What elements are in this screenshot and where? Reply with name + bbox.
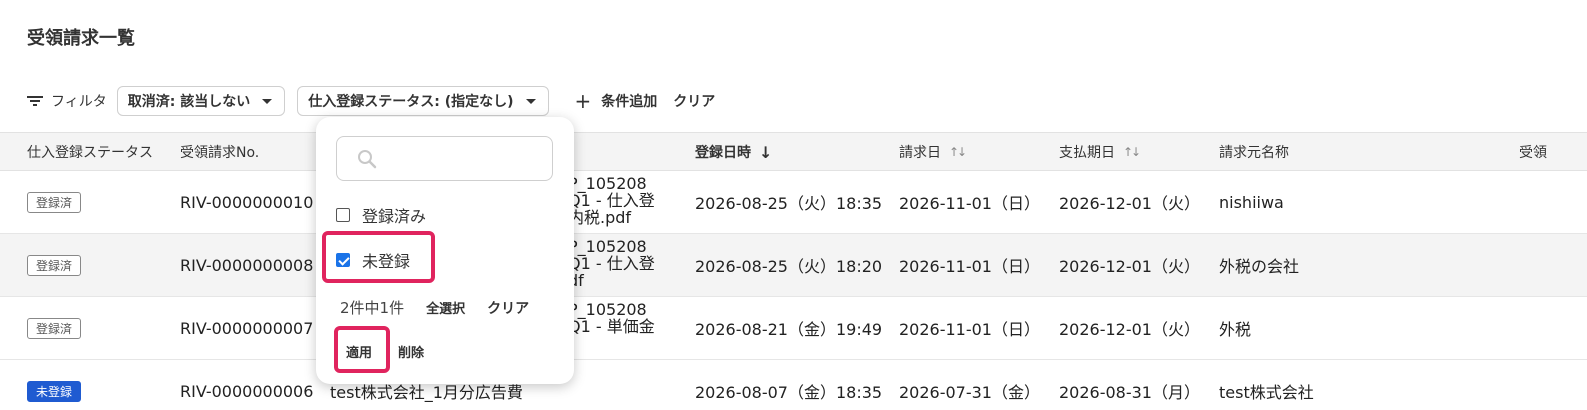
filter-label: フィルタ bbox=[51, 94, 107, 110]
invoice-no: RIV-0000000007 bbox=[180, 318, 314, 338]
plus-icon: + bbox=[574, 89, 592, 113]
filter-chip-cancelled[interactable]: 取消済: 該当しない bbox=[116, 86, 286, 116]
column-header-due-date[interactable]: 支払期日 ↑↓ bbox=[1059, 133, 1141, 171]
file-name: P_105208 Q1 - 単価金 bbox=[568, 300, 655, 336]
column-header-registered-at[interactable]: 登録日時 ↓ bbox=[695, 133, 772, 171]
add-condition-button[interactable]: + 条件追加 bbox=[575, 91, 658, 111]
sort-icon: ↑↓ bbox=[949, 145, 967, 159]
search-input[interactable] bbox=[336, 136, 553, 181]
vendor-name: test株式会社 bbox=[1219, 383, 1314, 402]
column-header-invoice-date[interactable]: 請求日 ↑↓ bbox=[899, 133, 967, 171]
checkbox-registered[interactable] bbox=[336, 208, 350, 222]
selection-count-row: 2件中1件 全選択 クリア bbox=[340, 297, 529, 318]
status-badge: 登録済 bbox=[27, 254, 82, 276]
due-date: 2026-12-01（火） bbox=[1059, 257, 1200, 276]
status-badge: 未登録 bbox=[27, 380, 82, 402]
invoice-date: 2026-11-01（日） bbox=[899, 320, 1040, 339]
due-date: 2026-08-31（月） bbox=[1059, 383, 1200, 402]
delete-button[interactable]: 削除 bbox=[398, 342, 424, 361]
invoice-date: 2026-11-01（日） bbox=[899, 257, 1040, 276]
status-badge: 登録済 bbox=[27, 191, 82, 213]
invoice-no: RIV-0000000008 bbox=[180, 255, 314, 275]
column-header-label: 請求日 bbox=[899, 145, 941, 161]
invoice-no: RIV-0000000010 bbox=[180, 192, 314, 212]
option-registered[interactable]: 登録済み bbox=[336, 203, 426, 227]
option-unregistered[interactable]: 未登録 bbox=[336, 248, 410, 272]
table-row[interactable]: 登録済 RIV-0000000010 P_105208 Q1 - 仕入登 内税.pd… bbox=[0, 171, 1587, 234]
chevron-down-icon bbox=[262, 98, 273, 104]
due-date: 2026-12-01（火） bbox=[1059, 194, 1200, 213]
registered-at: 2026-08-07（金）18:35 bbox=[695, 383, 883, 402]
checkbox-unregistered[interactable] bbox=[336, 253, 350, 267]
table-row[interactable]: 登録済 RIV-0000000007 P_105208 Q1 - 単価金 2026… bbox=[0, 297, 1587, 360]
table-row[interactable]: 登録済 RIV-0000000008 P_105208 Q1 - 仕入登 df 20… bbox=[0, 234, 1587, 297]
page: 受領請求一覧 フィルタ 取消済: 該当しない 仕入登録ステータス: (指定なし)… bbox=[0, 0, 1587, 410]
vendor-name: nishiiwa bbox=[1219, 192, 1284, 212]
filter-icon bbox=[27, 95, 43, 107]
status-filter-popover: 登録済み 未登録 2件中1件 全選択 クリア 適用 削除 bbox=[316, 117, 574, 384]
status-badge: 登録済 bbox=[27, 317, 82, 339]
file-name: P_105208 Q1 - 仕入登 内税.pdf bbox=[568, 174, 655, 227]
table-header: 仕入登録ステータス 受領請求No. 登録日時 ↓ 請求日 ↑↓ 支払期日 ↑↓ … bbox=[0, 132, 1587, 171]
column-header-vendor[interactable]: 請求元名称 bbox=[1219, 133, 1289, 171]
due-date: 2026-12-01（火） bbox=[1059, 320, 1200, 339]
invoice-date: 2026-07-31（金） bbox=[899, 383, 1040, 402]
clear-filters-button[interactable]: クリア bbox=[673, 91, 715, 111]
vendor-name: 外税 bbox=[1219, 320, 1252, 339]
search-icon bbox=[358, 150, 377, 169]
registered-at: 2026-08-21（金）19:49 bbox=[695, 320, 883, 339]
sort-icon: ↑↓ bbox=[1123, 145, 1141, 159]
registered-at: 2026-08-25（火）18:35 bbox=[695, 194, 883, 213]
invoice-date: 2026-11-01（日） bbox=[899, 194, 1040, 213]
invoice-table: 仕入登録ステータス 受領請求No. 登録日時 ↓ 請求日 ↑↓ 支払期日 ↑↓ … bbox=[0, 132, 1587, 410]
file-name: P_105208 Q1 - 仕入登 df bbox=[568, 237, 655, 290]
table-row[interactable]: 未登録 RIV-0000000006 test株式会社_1月分広告費 2026-… bbox=[0, 360, 1587, 410]
chevron-down-icon bbox=[525, 98, 536, 104]
apply-button[interactable]: 適用 bbox=[346, 342, 372, 361]
clear-selection-button[interactable]: クリア bbox=[487, 298, 529, 318]
invoice-no: RIV-0000000006 bbox=[180, 381, 314, 401]
column-header-label: 登録日時 bbox=[695, 145, 751, 161]
option-label: 登録済み bbox=[362, 207, 427, 226]
filter-toggle[interactable]: フィルタ bbox=[27, 91, 107, 111]
column-header-no[interactable]: 受領請求No. bbox=[180, 133, 259, 171]
column-header-received[interactable]: 受領 bbox=[1519, 133, 1547, 171]
vendor-name: 外税の会社 bbox=[1219, 257, 1300, 276]
column-header-label: 支払期日 bbox=[1059, 145, 1115, 161]
page-title: 受領請求一覧 bbox=[27, 28, 135, 49]
select-all-button[interactable]: 全選択 bbox=[426, 298, 465, 317]
filter-chip-purchase-status[interactable]: 仕入登録ステータス: (指定なし) bbox=[297, 86, 549, 116]
sort-desc-icon: ↓ bbox=[759, 142, 773, 162]
add-condition-label: 条件追加 bbox=[601, 94, 658, 110]
column-header-status[interactable]: 仕入登録ステータス bbox=[27, 133, 153, 171]
selection-count: 2件中1件 bbox=[340, 299, 405, 317]
option-label: 未登録 bbox=[362, 252, 411, 271]
filter-chip-label: 取消済: 該当しない bbox=[127, 94, 251, 110]
registered-at: 2026-08-25（火）18:20 bbox=[695, 257, 883, 276]
filter-bar: フィルタ 取消済: 該当しない 仕入登録ステータス: (指定なし) + 条件追加… bbox=[27, 86, 725, 116]
filter-chip-label: 仕入登録ステータス: (指定なし) bbox=[308, 94, 514, 110]
